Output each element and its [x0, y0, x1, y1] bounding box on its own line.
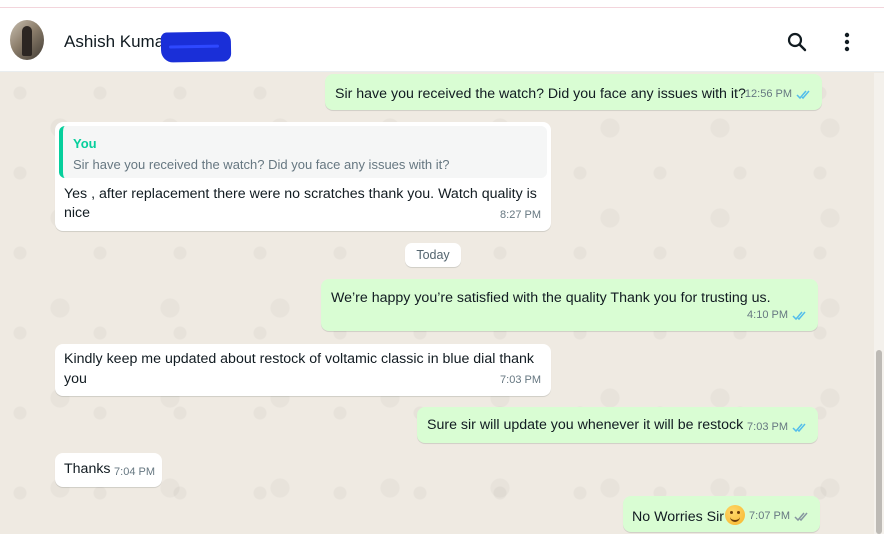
- message-meta: 8:27 PM: [500, 206, 541, 225]
- window-top-strip: [0, 0, 884, 8]
- message-meta: 7:03 PM: [500, 371, 541, 390]
- message-time: 7:03 PM: [500, 374, 541, 386]
- message-time: 4:10 PM: [747, 309, 788, 321]
- message-meta: 12:56 PM: [745, 85, 812, 104]
- message-bubble-incoming[interactable]: Thanks 7:04 PM: [55, 453, 162, 487]
- message-text-line: nice: [64, 205, 91, 221]
- message-text: No Worries Sir: [632, 509, 724, 525]
- message-bubble-incoming[interactable]: Kindly keep me updated about restock of …: [55, 344, 551, 396]
- menu-button[interactable]: [833, 28, 861, 56]
- avatar[interactable]: [10, 20, 44, 60]
- message-list[interactable]: Sir have you received the watch? Did you…: [0, 73, 874, 534]
- contact-name[interactable]: Ashish Kumar: [64, 32, 170, 52]
- message-time: 7:07 PM: [749, 510, 790, 522]
- smiling-face-emoji-icon: [724, 505, 745, 525]
- message-text: Sure sir will update you whenever it wil…: [427, 417, 744, 433]
- message-time: 7:04 PM: [114, 466, 155, 478]
- scrollbar-thumb[interactable]: [876, 350, 882, 534]
- quote-author: You: [73, 136, 97, 151]
- message-text-line: Yes , after replacement there were no sc…: [64, 186, 537, 202]
- message-text-line: you: [64, 371, 87, 387]
- message-text-line: Kindly keep me updated about restock of …: [64, 351, 535, 367]
- message-bubble-outgoing[interactable]: Sure sir will update you whenever it wil…: [417, 407, 818, 443]
- quote-text: Sir have you received the watch? Did you…: [73, 157, 450, 172]
- message-time: 7:03 PM: [747, 421, 788, 433]
- more-vertical-icon: [844, 32, 850, 52]
- message-bubble-incoming[interactable]: You Sir have you received the watch? Did…: [55, 122, 551, 231]
- message-bubble-outgoing[interactable]: Sir have you received the watch? Did you…: [325, 74, 822, 110]
- date-separator: Today: [405, 243, 461, 267]
- chat-header: Ashish Kumar: [0, 8, 884, 72]
- message-meta: 7:03 PM: [747, 418, 808, 437]
- message-bubble-outgoing[interactable]: No Worries Sir 7:07 PM: [623, 496, 820, 532]
- message-text-with-emoji: No Worries Sir: [632, 505, 745, 527]
- message-text: Thanks: [64, 461, 111, 477]
- message-meta: 7:04 PM: [114, 463, 155, 482]
- message-text: We’re happy you’re satisfied with the qu…: [331, 290, 771, 306]
- message-meta: 4:10 PM: [747, 306, 808, 325]
- redaction-mark: [160, 31, 232, 63]
- message-bubble-outgoing[interactable]: We’re happy you’re satisfied with the qu…: [321, 279, 818, 331]
- message-time: 8:27 PM: [500, 209, 541, 221]
- message-text: Sir have you received the watch? Did you…: [335, 86, 746, 102]
- message-meta: 7:07 PM: [749, 507, 810, 526]
- search-button[interactable]: [783, 28, 811, 56]
- double-tick-read-icon: [796, 89, 812, 100]
- search-icon: [787, 32, 807, 52]
- message-time: 12:56 PM: [744, 88, 792, 100]
- double-tick-read-icon: [792, 422, 808, 433]
- quoted-message[interactable]: You Sir have you received the watch? Did…: [59, 126, 547, 178]
- double-tick-delivered-icon: [794, 511, 810, 522]
- double-tick-read-icon: [792, 310, 808, 321]
